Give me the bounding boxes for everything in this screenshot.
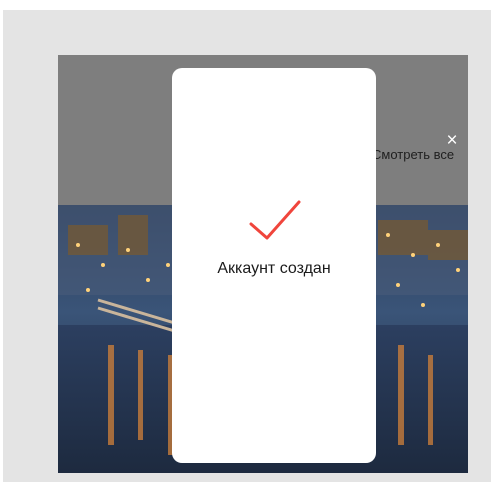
modal-message: Аккаунт создан <box>217 260 331 277</box>
close-icon[interactable]: × <box>440 129 464 153</box>
success-modal: Аккаунт создан <box>172 68 376 463</box>
checkmark-icon <box>249 200 301 240</box>
